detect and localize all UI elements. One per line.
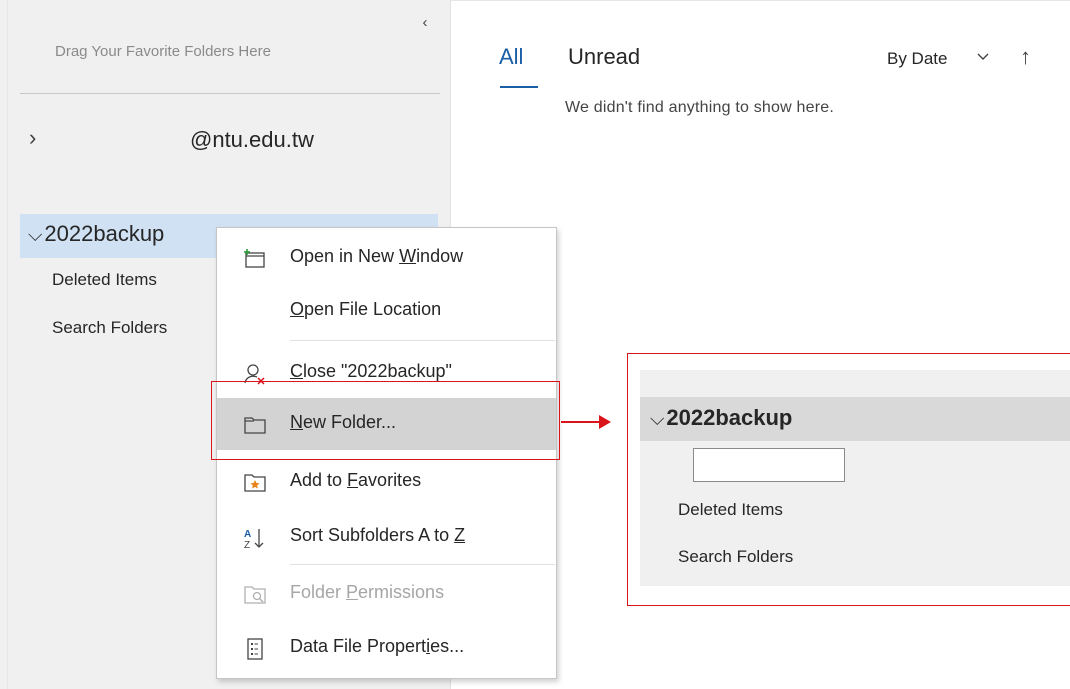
zoom-folder-item-search-folders[interactable]: Search Folders <box>678 547 793 567</box>
menu-item-data-file-properties[interactable]: Data File Properties... <box>217 622 556 674</box>
svg-text:Z: Z <box>244 540 250 550</box>
svg-text:A: A <box>244 529 251 540</box>
favorites-hint: Drag Your Favorite Folders Here <box>55 43 271 60</box>
window-left-border <box>7 0 8 689</box>
annotation-arrow-line <box>561 421 601 423</box>
menu-separator <box>290 340 555 341</box>
menu-label-folder-permissions: Folder Permissions <box>290 582 445 602</box>
menu-item-add-to-favorites[interactable]: Add to Favorites <box>217 456 556 508</box>
new-window-icon <box>243 247 265 269</box>
chevron-down-icon: ⌵ <box>28 225 43 246</box>
sort-by-button[interactable]: By Date <box>887 49 947 69</box>
chevron-down-icon: ⌵ <box>650 409 665 430</box>
folder-permissions-icon <box>243 583 266 605</box>
tab-all[interactable]: All <box>499 44 523 70</box>
data-file-name: 2022backup <box>44 221 165 246</box>
menu-item-sort-subfolders[interactable]: A Z Sort Subfolders A to Z <box>217 511 556 563</box>
tab-unread[interactable]: Unread <box>568 44 640 70</box>
menu-label-close-data-file: Close "2022backup" <box>290 361 452 381</box>
zoom-data-file-label[interactable]: ⌵2022backup <box>650 405 792 431</box>
menu-label-sort-subfolders: Sort Subfolders A to Z <box>290 525 466 545</box>
data-file-label[interactable]: ⌵2022backup <box>28 221 164 247</box>
folder-item-deleted-items[interactable]: Deleted Items <box>52 270 157 290</box>
sort-az-icon: A Z <box>243 526 265 550</box>
sort-direction-icon[interactable]: ↑ <box>1020 44 1031 70</box>
menu-item-folder-permissions: Folder Permissions <box>217 568 556 620</box>
chevron-right-icon[interactable]: › <box>29 127 36 149</box>
new-folder-name-input[interactable] <box>693 448 845 482</box>
menu-item-open-file-location[interactable]: Open File Location <box>217 285 556 337</box>
chevron-down-icon[interactable] <box>976 50 990 64</box>
zoom-data-file-name: 2022backup <box>666 405 793 430</box>
active-tab-indicator <box>500 86 538 88</box>
add-favorite-icon <box>243 471 266 493</box>
empty-list-message: We didn't find anything to show here. <box>565 99 834 116</box>
menu-label-open-file-location: Open File Location <box>290 299 442 319</box>
account-label[interactable]: @ntu.edu.tw <box>190 127 314 153</box>
annotation-arrow-head <box>599 415 611 429</box>
highlight-box <box>211 381 560 460</box>
menu-label-data-file-properties: Data File Properties... <box>290 636 465 656</box>
folder-item-search-folders[interactable]: Search Folders <box>52 318 167 338</box>
menu-item-open-in-new-window[interactable]: Open in New Window <box>217 232 556 284</box>
collapse-pane-button[interactable]: ‹ <box>416 14 434 32</box>
properties-icon <box>243 637 265 660</box>
zoom-folder-item-deleted-items[interactable]: Deleted Items <box>678 500 783 520</box>
menu-label-open-in-new-window: Open in New Window <box>290 246 464 266</box>
favorites-divider <box>20 93 440 94</box>
chevron-left-icon: ‹ <box>422 14 428 31</box>
menu-label-add-to-favorites: Add to Favorites <box>290 470 422 490</box>
menu-separator <box>290 564 555 565</box>
